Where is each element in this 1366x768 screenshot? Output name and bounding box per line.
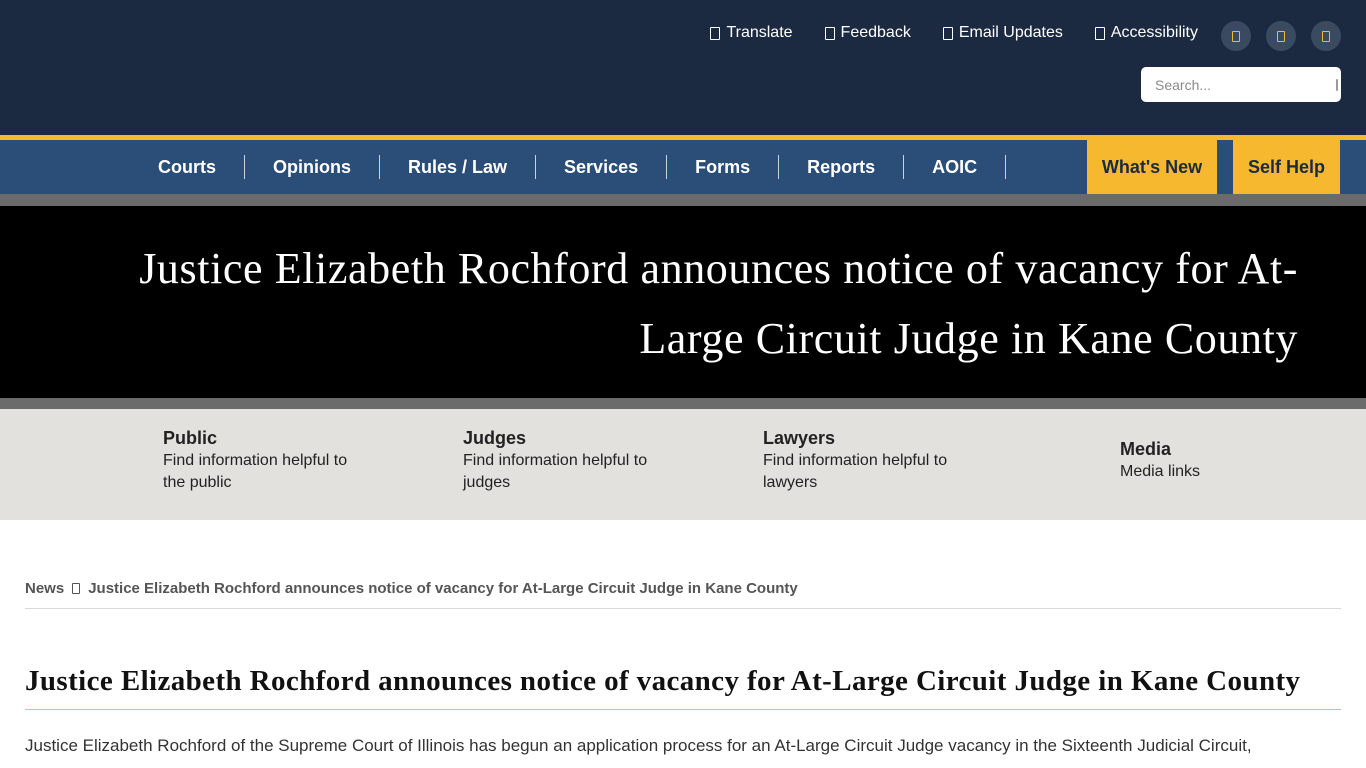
site-header: Translate Feedback Email Updates Accessi… [0, 0, 1366, 135]
nav-item-aoic[interactable]: AOIC [904, 155, 1007, 179]
twitter-icon [1277, 30, 1285, 42]
utility-links: Translate Feedback Email Updates Accessi… [710, 24, 1198, 42]
accessibility-icon [1094, 26, 1105, 40]
globe-icon [710, 26, 721, 40]
audience-judges-title[interactable]: Judges [463, 426, 663, 450]
email-updates-link[interactable]: Email Updates [942, 24, 1063, 42]
nav-item-services[interactable]: Services [536, 155, 668, 179]
chevron-right-icon [72, 583, 81, 594]
accessibility-link[interactable]: Accessibility [1094, 24, 1198, 42]
nav-item-courts[interactable]: Courts [130, 155, 245, 179]
audience-lawyers[interactable]: Lawyers Find information helpful to lawy… [763, 426, 963, 494]
email-updates-label: Email Updates [958, 24, 1063, 41]
envelope-icon [942, 26, 953, 40]
comment-icon [824, 26, 835, 40]
article-body: Justice Elizabeth Rochford of the Suprem… [25, 736, 1252, 755]
breadcrumb-current: Justice Elizabeth Rochford announces not… [88, 580, 798, 597]
page-banner: Justice Elizabeth Rochford announces not… [0, 206, 1366, 398]
audience-public-title[interactable]: Public [163, 426, 363, 450]
breadcrumb-news-link[interactable]: News [25, 580, 64, 597]
twitter-button[interactable] [1266, 21, 1296, 51]
title-divider [25, 709, 1341, 710]
whats-new-button[interactable]: What's New [1087, 140, 1217, 194]
audience-lawyers-desc: Find information helpful to lawyers [763, 452, 948, 491]
banner-title: Justice Elizabeth Rochford announces not… [139, 244, 1298, 363]
translate-link[interactable]: Translate [710, 24, 793, 42]
audience-media-desc: Media links [1120, 463, 1201, 480]
audience-judges-desc: Find information helpful to judges [463, 452, 648, 491]
nav-item-opinions[interactable]: Opinions [245, 155, 380, 179]
nav-item-rules-law[interactable]: Rules / Law [380, 155, 537, 179]
audience-links: Public Find information helpful to the p… [0, 409, 1366, 520]
feedback-link[interactable]: Feedback [824, 24, 911, 42]
audience-lawyers-title[interactable]: Lawyers [763, 426, 963, 450]
translate-label: Translate [726, 24, 793, 41]
nav-item-reports[interactable]: Reports [779, 155, 905, 179]
search-input[interactable] [1155, 76, 1336, 93]
youtube-button[interactable] [1311, 21, 1341, 51]
banner-top-border [0, 194, 1366, 206]
facebook-button[interactable] [1221, 21, 1251, 51]
banner-bottom-border [0, 398, 1366, 409]
audience-media-title[interactable]: Media [1120, 437, 1320, 461]
nav-items: Courts Opinions Rules / Law Services For… [130, 140, 1007, 194]
accessibility-label: Accessibility [1110, 24, 1198, 41]
breadcrumb: News Justice Elizabeth Rochford announce… [25, 580, 798, 597]
nav-item-forms[interactable]: Forms [667, 155, 780, 179]
breadcrumb-divider [25, 608, 1341, 609]
main-nav: Courts Opinions Rules / Law Services For… [0, 140, 1366, 194]
search-box [1141, 67, 1341, 102]
audience-public[interactable]: Public Find information helpful to the p… [163, 426, 363, 494]
social-links [1221, 21, 1341, 51]
facebook-icon [1232, 30, 1240, 42]
audience-judges[interactable]: Judges Find information helpful to judge… [463, 426, 663, 494]
self-help-button[interactable]: Self Help [1233, 140, 1340, 194]
audience-public-desc: Find information helpful to the public [163, 452, 348, 491]
search-icon[interactable] [1336, 78, 1338, 91]
feedback-label: Feedback [840, 24, 911, 41]
youtube-icon [1322, 30, 1330, 42]
page-title: Justice Elizabeth Rochford announces not… [25, 665, 1301, 697]
audience-media[interactable]: Media Media links [1120, 437, 1320, 483]
